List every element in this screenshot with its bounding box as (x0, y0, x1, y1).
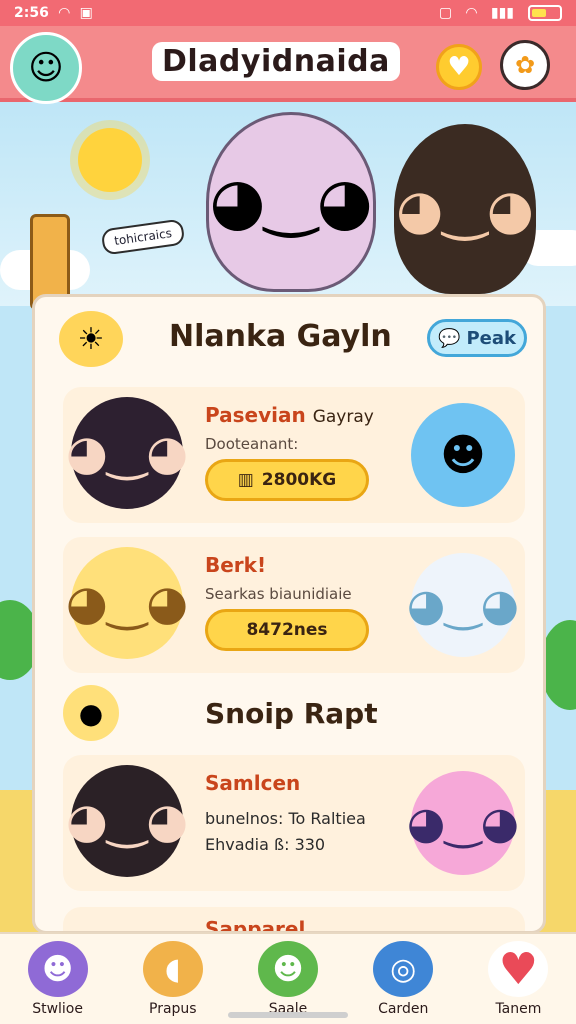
app-header: ☺ Dladyidnaida ♥ ✿ (0, 26, 576, 104)
main-panel: ☀ Nlanka Gayln 💬 Peak ◕‿◕ Pasevian Gayra… (32, 294, 546, 934)
lion-icon: ✿ (514, 51, 536, 79)
value-button[interactable]: 8472nes (205, 609, 369, 651)
speech-bubble-icon: 💬 (438, 327, 461, 349)
card-name: Berk! (205, 553, 267, 577)
pink-hair-character: ◕‿◕ (407, 771, 519, 875)
value-text: 8472nes (246, 620, 328, 640)
favorites-button[interactable]: ♥ (436, 44, 482, 90)
weight-value: 2800KG (261, 470, 337, 490)
notification-icon: ▣ (79, 5, 93, 21)
fish-icon: ◖ (142, 941, 203, 997)
list-item[interactable]: ◕‿◕ Samlcen bunelnos: To Raltiea Ehvadia… (63, 755, 525, 891)
battery-level (532, 9, 546, 17)
card-subtitle: Dooteanant: (205, 435, 299, 453)
profile-button[interactable]: ✿ (500, 40, 550, 90)
weight-button[interactable]: ▥ 2800KG (205, 459, 369, 501)
compass-icon: ◎ (373, 941, 434, 997)
heart-icon: ♥ (447, 52, 471, 82)
avatar: ◕‿◕ (66, 397, 188, 509)
monster-icon: ☻ (27, 941, 88, 997)
home-indicator[interactable] (228, 1012, 348, 1018)
blob-icon: ☻ (258, 941, 318, 997)
status-bar: 2:56 ◠ ▣ ▢ ◠ ▮▮▮ (0, 0, 576, 26)
list-item[interactable]: ◕‿◕ Berk! Searkas biaunidiaie 8472nes ◕‿… (63, 537, 525, 673)
battery-icon (528, 5, 562, 21)
nav-label: Stwlioe (32, 1001, 83, 1017)
avatar[interactable]: ☺ (10, 32, 82, 104)
chick-icon: ● (63, 685, 119, 741)
wifi-icon-right: ◠ (466, 5, 477, 21)
nav-label: Carden (378, 1001, 429, 1017)
list-item[interactable]: ◕‿◕ Pasevian Gayray Dooteanant: ▥ 2800KG… (63, 387, 525, 523)
heart-icon: ♥ (488, 941, 549, 997)
card-detail-line: bunelnos: To Raltiea (205, 809, 366, 828)
signal-icon: ▮▮▮ (490, 5, 514, 21)
nav-item-carden[interactable]: ◎ Carden (346, 934, 461, 1024)
hero-character-side: ◕‿◕ (394, 124, 536, 294)
jar-icon: ▥ (237, 470, 254, 490)
card-subtitle: Searkas biaunidiaie (205, 585, 352, 603)
app-title: Dladyidnaida (152, 42, 400, 81)
nav-item-tanem[interactable]: ♥ Tanem (461, 934, 576, 1024)
bottom-nav: ☻ Stwlioe ◖ Prapus ☻ Saale ◎ Carden ♥ Ta… (0, 932, 576, 1024)
wifi-icon: ◠ (58, 5, 70, 21)
panel-header: ☀ Nlanka Gayln 💬 Peak (35, 297, 543, 379)
avatar: ◕‿◕ (66, 765, 188, 877)
screenshot-icon: ▢ (438, 5, 453, 21)
nav-item-stwlioe[interactable]: ☻ Stwlioe (0, 934, 115, 1024)
hero-character-main: ◕‿◕ (206, 112, 376, 292)
card-name: Samlcen (205, 771, 301, 795)
section-title: Snoip Rapt (205, 697, 378, 730)
peek-button[interactable]: 💬 Peak (427, 319, 527, 357)
slime-icon: ☻ (411, 403, 515, 507)
peek-button-label: Peak (466, 327, 516, 349)
nav-item-saale[interactable]: ☻ Saale (230, 934, 345, 1024)
nav-label: Tanem (495, 1001, 542, 1017)
nav-label: Prapus (149, 1001, 197, 1017)
card-name: Pasevian Gayray (205, 403, 374, 427)
status-time: 2:56 (14, 5, 49, 21)
section-header: ● Snoip Rapt (63, 685, 525, 743)
avatar: ◕‿◕ (66, 547, 188, 659)
panel-title: Nlanka Gayln (169, 319, 392, 354)
nav-item-prapus[interactable]: ◖ Prapus (115, 934, 230, 1024)
list-item[interactable]: Sapparel (63, 907, 525, 931)
card-detail-line: Ehvadia ß: 330 (205, 835, 326, 854)
sun-mascot-icon: ☀ (59, 311, 123, 367)
white-hair-character: ◕‿◕ (407, 553, 519, 657)
lightbulb-icon (78, 128, 142, 192)
